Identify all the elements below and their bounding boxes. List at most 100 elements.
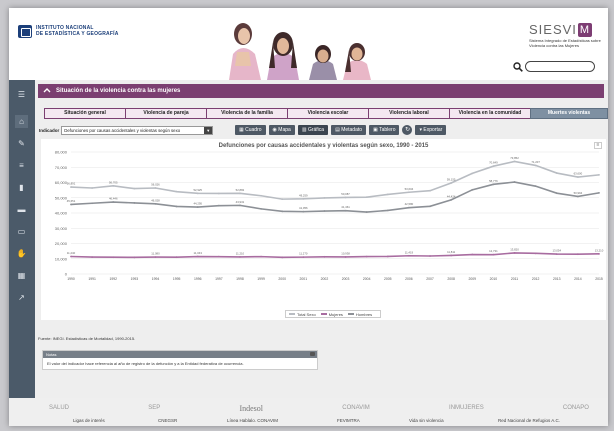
footer-link-ligas[interactable]: Ligas de interés [73,418,105,423]
tab-violencia-familia[interactable]: Violencia de la familia [206,108,287,119]
data-point-mujeres [260,255,262,258]
data-point-total-sexo [217,192,220,195]
data-point-mujeres [175,256,178,259]
handshake-icon[interactable]: ✋ [15,247,28,260]
indesol-logo[interactable]: Indesol [239,404,263,413]
data-label-total-sexo: 56,705 [109,180,118,184]
tab-violencia-laboral[interactable]: Violencia laboral [368,108,449,119]
x-tick-label: 2010 [490,277,498,281]
source-note: Fuente: INEGI. Estadísticas de Mortalida… [38,336,136,341]
footer-link-red-refugios[interactable]: Red Nacional de Refugios A.C. [498,418,560,423]
y-tick-label: 30,000 [55,226,68,231]
inmujeres-logo[interactable]: INMUJERES [449,405,484,411]
cuadro-button[interactable]: ▦ Cuadro [235,125,266,135]
data-label-mujeres: 13,210 [595,248,604,252]
partner-logos: SALUD SEP Indesol CONAVIM INMUJERES CONA… [49,400,589,416]
document-icon[interactable]: ▮ [15,181,28,194]
data-label-mujeres: 11,270 [299,252,308,256]
data-point-hombres [513,181,516,183]
screen-icon[interactable]: ▭ [15,225,28,238]
tab-violencia-pareja[interactable]: Violencia de pareja [125,108,206,119]
refresh-icon: ↻ [404,127,410,133]
tablero-button[interactable]: ▣ Tablero [369,125,400,135]
data-label-total-sexo: 70,649 [489,161,498,165]
data-label-mujeres: 11,419 [405,250,414,254]
data-point-total-sexo [196,192,199,195]
mapa-button[interactable]: ◉ Mapa [268,125,295,135]
legend-total-sexo[interactable]: Total Sexo [289,312,316,317]
exportar-button[interactable]: ▾ Exportar [415,125,447,135]
data-label-mujeres: 13,054 [552,249,561,253]
grafica-button[interactable]: ▥ Gráfica [297,125,329,135]
data-label-total-sexo: 63,600 [574,172,583,176]
x-tick-label: 2005 [384,277,392,281]
indicator-select[interactable]: Defunciones por causas accidentales y vi… [61,125,214,135]
x-tick-label: 2012 [532,277,540,281]
search-icon[interactable] [513,61,523,72]
footer-link-fevimtra[interactable]: FEVIMTRA [337,418,360,423]
data-point-total-sexo [91,187,94,189]
x-tick-label: 1993 [131,277,139,281]
data-label-mujeres: 11,210 [236,251,245,255]
y-tick-label: 20,000 [55,241,68,246]
chart-panel: Defunciones por causas accidentales y vi… [41,139,606,320]
section-title-bar: Situación de la violencia contra las muj… [38,84,604,98]
tab-muertes-violentas[interactable]: Muertes violentas [530,108,608,119]
siesvi-logo[interactable]: SIESVI M Sistema Integrado de Estadístic… [529,22,601,48]
data-point-hombres [281,210,284,213]
table-icon[interactable]: ▦ [15,269,28,282]
data-point-total-sexo [555,172,558,174]
tab-situacion-general[interactable]: Situación general [44,108,125,119]
chart-icon[interactable]: ↗ [15,291,28,304]
chart-legend: Total Sexo Mujeres Hombres [285,310,382,318]
inegi-logo[interactable]: INSTITUTO NACIONAL DE ESTADÍSTICA Y GEOG… [18,25,119,38]
x-tick-label: 1999 [257,277,265,281]
minimize-icon[interactable] [310,352,315,356]
data-point-total-sexo [386,193,389,196]
data-point-total-sexo [175,190,178,193]
data-point-hombres [175,205,178,208]
data-point-total-sexo [344,196,347,199]
refresh-button[interactable]: ↻ [402,125,413,135]
data-label-hombres: 44,424 [447,194,456,198]
data-point-hombres [112,201,115,203]
data-label-hombres: 43,931 [236,200,245,204]
footer-link-vida-sin-violencia[interactable]: Vida sin violencia [409,418,444,423]
data-point-mujeres [598,252,600,255]
conavim-logo[interactable]: CONAVIM [342,405,370,411]
metadato-button[interactable]: ▤ Metadato [331,125,367,135]
x-tick-label: 1995 [173,277,181,281]
edit-icon[interactable]: ✎ [15,137,28,150]
legend-hombres[interactable]: Hombres [347,312,372,317]
data-point-hombres [450,198,453,201]
tab-violencia-escolar[interactable]: Violencia escolar [287,108,368,119]
menu-icon[interactable]: ☰ [15,88,28,101]
footer-link-cnegsr[interactable]: CNEGSR [158,418,177,423]
data-point-hombres [91,202,94,205]
siesvi-subtitle: Sistema Integrado de Estadísticas sobre … [529,38,601,48]
data-label-total-sexo: 50,087 [341,192,350,196]
footer-link-hablalo[interactable]: Línea Hablalo. CONAVIM [227,418,278,423]
list-icon[interactable]: ≡ [15,159,28,172]
conapo-logo[interactable]: CONAPO [563,405,589,411]
data-point-hombres [576,195,579,198]
data-label-hombres: 46,446 [109,197,118,201]
x-tick-label: 1991 [88,277,96,281]
browser-page: INSTITUTO NACIONAL DE ESTADÍSTICA Y GEOG… [9,8,608,426]
indicator-value: Defunciones por causas accidentales y vi… [64,127,181,133]
data-label-hombres: 58,776 [489,179,498,183]
sep-logo[interactable]: SEP [148,405,160,411]
search-input[interactable] [525,61,595,72]
salud-logo[interactable]: SALUD [49,405,69,411]
data-label-total-sexo: 71,207 [531,160,540,164]
tab-violencia-comunidad[interactable]: Violencia en la comunidad [449,108,530,119]
data-point-hombres [154,202,157,205]
inegi-name-line2: DE ESTADÍSTICA Y GEOGRAFÍA [36,31,119,37]
presentation-icon[interactable]: ▬ [15,203,28,216]
home-icon[interactable]: ⌂ [15,115,28,128]
data-label-total-sexo: 52,925 [193,188,202,192]
back-arrow-icon[interactable] [43,87,51,95]
data-label-mujeres: 13,820 [510,247,519,251]
data-label-total-sexo: 73,852 [510,156,519,160]
legend-mujeres[interactable]: Mujeres [320,312,343,317]
